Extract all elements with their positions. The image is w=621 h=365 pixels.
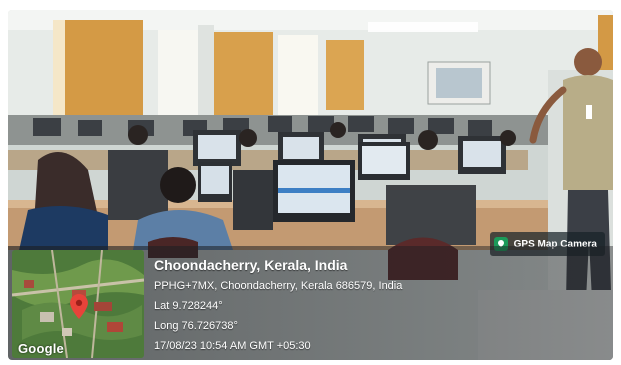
map-thumbnail[interactable]: Google (12, 250, 144, 358)
google-attribution: Google (18, 341, 64, 356)
location-address: PPHG+7MX, Choondacherry, Kerala 686579, … (154, 280, 403, 292)
datetime-text: 17/08/23 10:54 AM GMT +05:30 (154, 340, 311, 352)
location-info: Choondacherry, Kerala, India PPHG+7MX, C… (154, 256, 604, 358)
photo-frame: GPS Map Camera Google Choondacherry, Ker… (8, 10, 613, 360)
longitude-text: Long 76.726738° (154, 320, 238, 332)
latitude-text: Lat 9.728244° (154, 300, 223, 312)
location-pin-icon (70, 294, 88, 319)
location-title: Choondacherry, Kerala, India (154, 257, 348, 273)
